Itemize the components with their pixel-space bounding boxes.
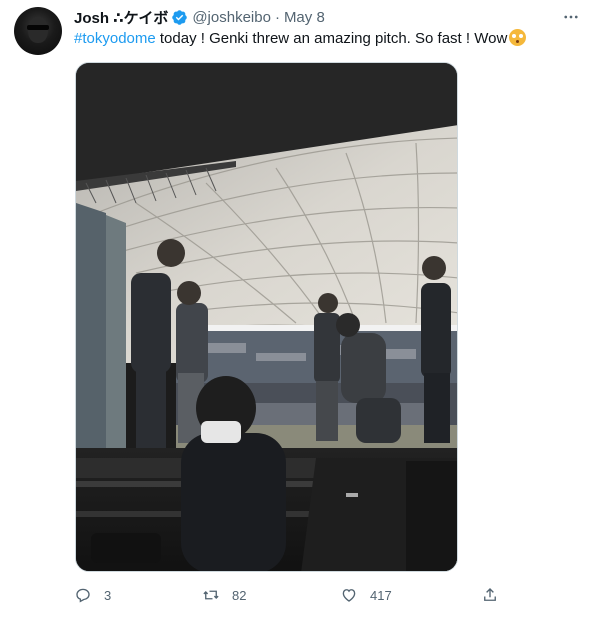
reply-icon <box>76 588 90 603</box>
author-name[interactable]: Josh ∴ケイボ <box>74 7 168 28</box>
retweet-count: 82 <box>232 587 247 603</box>
tweet-photo[interactable] <box>75 62 458 572</box>
share-icon <box>484 588 496 601</box>
photo-image <box>76 63 457 571</box>
separator-dot: · <box>274 8 280 26</box>
like-count: 417 <box>370 587 392 603</box>
reply-count: 3 <box>104 587 112 603</box>
avatar-face <box>28 17 48 43</box>
share-button[interactable] <box>481 584 499 606</box>
retweet-icon <box>203 590 219 600</box>
tweet[interactable]: Josh ∴ケイボ @joshkeibo · May 8 #tokyodome … <box>0 0 596 621</box>
tweet-actions: 3 82 417 <box>74 584 504 606</box>
flushed-face-emoji <box>509 29 527 46</box>
more-icon[interactable] <box>561 8 581 26</box>
timestamp[interactable]: May 8 <box>284 9 325 26</box>
avatar[interactable] <box>14 7 62 55</box>
like-button[interactable]: 417 <box>340 584 392 606</box>
tweet-header: Josh ∴ケイボ @joshkeibo · May 8 <box>74 7 325 27</box>
retweet-button[interactable]: 82 <box>202 584 246 606</box>
verified-badge-icon <box>172 9 188 25</box>
author-handle[interactable]: @joshkeibo <box>192 9 271 26</box>
tweet-text: #tokyodome today ! Genki threw an amazin… <box>74 29 527 49</box>
tweet-body: today ! Genki threw an amazing pitch. So… <box>155 30 508 47</box>
reply-button[interactable]: 3 <box>74 584 111 606</box>
like-icon <box>342 589 356 602</box>
avatar-glasses <box>27 25 49 30</box>
hashtag-link[interactable]: #tokyodome <box>74 30 156 47</box>
